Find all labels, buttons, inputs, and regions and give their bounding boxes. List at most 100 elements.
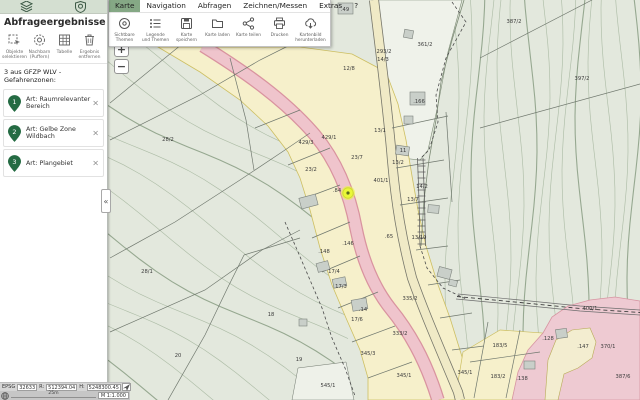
building [403,29,413,38]
results-badge-icon [75,1,86,13]
svg-text:3: 3 [12,157,16,165]
tool-caption: Karte laden [202,34,233,39]
building [524,361,535,369]
parcel-label: 345/1 [397,373,412,379]
gis-application-window: 28/228/1201819.49361/2293/214/312/8.1663… [0,0,640,400]
parcel-label: 401/1 [374,178,389,184]
tab-abfragen[interactable]: Abfragen [192,0,237,12]
parcel-label: 13/2 [392,160,404,166]
parcel-label: 387/6 [616,374,631,380]
legend-icon [149,17,162,30]
print-button[interactable]: Drucken [264,15,295,44]
parcel-label: 361/2 [418,42,433,48]
parcel-label: 13/1 [374,128,386,134]
epsg-label: EPSG [2,384,15,390]
parcel-label: .138 [516,376,528,382]
panel-tab-strip [0,0,107,14]
zoom-out-button[interactable]: − [114,59,129,74]
layers-panel-tab[interactable] [0,0,54,14]
parcel-label: 14/3 [377,57,389,63]
parcel-label: 545/1 [321,383,336,389]
load-map-button[interactable]: Karte laden [202,15,233,44]
parcel-label: 183/2 [491,374,506,380]
tool-caption: herunterladen [295,39,326,44]
arrow-icon [123,384,130,391]
parcel-label: 23/2 [305,167,317,173]
tool-caption: speichern [171,39,202,44]
legend-themes-button[interactable]: Legende und Themen [140,15,171,44]
h-coordinate-value[interactable]: 5248300.45 [87,384,121,391]
svg-text:2: 2 [12,127,16,135]
parcel-label: 429/3 [299,140,314,146]
results-header: 3 aus GFZP WLV - Gefahrenzonen: [0,64,107,87]
parcel-label: 345/1 [458,370,473,376]
tab-karte[interactable]: Karte [109,0,140,12]
h-label: H: [79,384,84,390]
tab-extras[interactable]: Extras [313,0,348,12]
parcel-label: .147 [577,344,589,350]
epsg-value[interactable]: 32633 [17,384,37,391]
tab-help[interactable]: ? [348,0,364,12]
parcel-label: 293/2 [377,49,392,55]
visible-themes-button[interactable]: Sichtbare Themen [109,15,140,44]
result-item[interactable]: 3 Art: Plangebiet × [3,149,104,177]
parcel-label: 20 [175,353,182,359]
map-pin-icon: 2 [8,125,21,142]
results-panel-tab[interactable] [54,0,108,14]
parcel-label: 387/2 [507,19,522,25]
map-scale-value[interactable]: M 1:1.000 [98,392,129,399]
sidebar-collapse-handle[interactable]: « [101,189,111,213]
parcel-label: 429/1 [322,135,337,141]
r-label: R: [39,384,44,390]
cloud-download-icon [304,17,317,30]
tool-caption: Tabelle [52,50,77,55]
coordinate-row: EPSG 32633 R: 512394.04 H: 5248300.45 [0,382,130,391]
parcel-label: 19 [296,357,303,363]
tool-caption: Drucken [264,34,295,39]
statusbar: EPSG 32633 R: 512394.04 H: 5248300.45 25… [0,382,130,400]
remove-results-button[interactable]: Ergebnis entfernen [77,31,102,60]
tool-caption: und Themen [140,39,171,44]
share-icon [242,17,255,30]
parcel-label: .166 [413,99,425,105]
goto-coordinate-button[interactable] [122,383,131,391]
parcel-label: 13/10 [412,235,427,241]
parcel-label: .148 [318,249,330,255]
parcel-label: .84 [333,188,342,194]
map-pin-icon: 1 [8,95,21,112]
menu-tab-strip: Karte Navigation Abfragen Zeichnen/Messe… [109,0,330,13]
svg-text:1: 1 [12,97,16,105]
buffer-neighbours-button[interactable]: Nachbarn (Puffern) [27,31,52,60]
tool-caption: Karte teilen [233,34,264,39]
results-sidebar: Abfrageergebnisse Objekte selektieren Na… [0,0,108,400]
scale-row: 25m M 1:1.000 [0,391,130,400]
parcel-label: 397/2 [575,76,590,82]
parcel-label: .146 [342,241,354,247]
download-map-image-button[interactable]: Kartenbild herunterladen [295,15,326,44]
share-map-button[interactable]: Karte teilen [233,15,264,44]
result-highlight-marker[interactable] [341,186,355,200]
globe-icon[interactable] [1,392,9,400]
parcel-label: .14 [359,307,368,313]
result-label: Art: Plangebiet [26,160,94,167]
close-icon[interactable]: × [92,159,99,168]
tab-zeichnen-messen[interactable]: Zeichnen/Messen [237,0,313,12]
buffer-icon [33,34,46,46]
parcel-label: 183/5 [493,343,508,349]
close-icon[interactable]: × [92,129,99,138]
result-item[interactable]: 2 Art: Gelbe Zone Wildbach × [3,119,104,147]
table-button[interactable]: Tabelle [52,31,77,60]
parcel-label: 335/2 [403,296,418,302]
scalebar: 25m [11,392,96,400]
tool-caption: Themen [109,39,140,44]
layers-icon [20,1,33,12]
building [299,319,307,326]
result-item[interactable]: 1 Art: Raumrelevanter Bereich × [3,89,104,117]
r-coordinate-value[interactable]: 512394.04 [46,384,77,391]
select-objects-button[interactable]: Objekte selektieren [2,31,27,60]
sidebar-title: Abfrageergebnisse [0,14,107,30]
save-map-button[interactable]: Karte speichern [171,15,202,44]
parcel-label: 17/6 [351,317,363,323]
close-icon[interactable]: × [92,99,99,108]
tab-navigation[interactable]: Navigation [140,0,191,12]
